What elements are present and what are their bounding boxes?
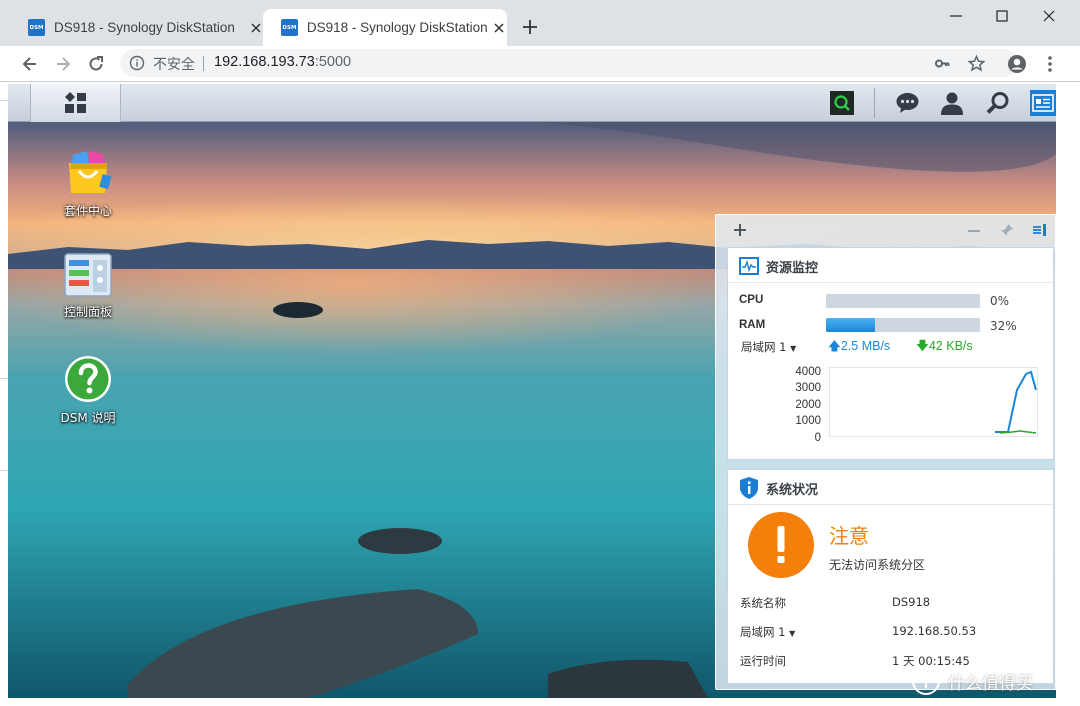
- system-name-label: 系统名称: [740, 596, 786, 610]
- url-port: :5000: [314, 54, 352, 70]
- dropdown-arrow-icon: ▼: [790, 344, 797, 353]
- user-icon[interactable]: [940, 91, 966, 116]
- widget-title: 资源监控: [766, 261, 819, 276]
- download-speed: 🡇42 KB/s: [916, 337, 973, 358]
- dsm-favicon-icon: DSM: [281, 19, 298, 36]
- search-icon[interactable]: [986, 91, 1012, 116]
- health-status: 注意: [829, 524, 869, 548]
- key-icon[interactable]: [934, 55, 951, 72]
- tab-title: DS918 - Synology DiskStation: [306, 20, 488, 35]
- browser-tab-strip: DSM DS918 - Synology DiskStation DSM DS9…: [0, 0, 1080, 46]
- chart-y-tick: 1000: [795, 415, 821, 427]
- close-window-icon[interactable]: [1039, 8, 1059, 24]
- help-icon: [65, 356, 111, 402]
- dsm-favicon-icon: DSM: [28, 19, 45, 36]
- chat-icon[interactable]: [895, 91, 921, 116]
- close-tab-icon[interactable]: [248, 20, 264, 36]
- system-name-value: DS918: [892, 595, 931, 609]
- close-tab-icon[interactable]: [491, 20, 507, 36]
- new-tab-icon[interactable]: [520, 17, 540, 37]
- widgets-icon[interactable]: [1030, 90, 1056, 116]
- health-message: 无法访问系统分区: [829, 558, 926, 572]
- forward-icon[interactable]: [51, 52, 75, 76]
- system-health-widget: 系统状况 注意 无法访问系统分区 系统名称 DS918 局域网 1 ▼ 192.…: [727, 469, 1054, 684]
- widget-panel-toolbar: [716, 215, 1056, 245]
- address-bar[interactable]: 不安全 192.168.193.73:5000: [120, 49, 1018, 77]
- ram-usage-fill: [826, 318, 876, 332]
- address-separator: [203, 56, 204, 71]
- taskbar-divider: [874, 88, 875, 118]
- reload-icon[interactable]: [84, 52, 108, 76]
- main-menu-button[interactable]: [30, 84, 121, 122]
- system-info-shield-icon: [740, 477, 758, 499]
- uptime-label: 运行时间: [740, 654, 786, 668]
- browser-tab-2[interactable]: DSM DS918 - Synology DiskStation: [263, 9, 507, 46]
- security-label: 不安全: [153, 57, 195, 73]
- cpu-label: CPU: [739, 294, 764, 306]
- network-selector[interactable]: 局域网 1 ▼: [741, 339, 796, 355]
- desktop-icon-label: DSM 说明: [60, 411, 116, 425]
- chart-y-tick: 2000: [795, 399, 821, 411]
- ram-label: RAM: [739, 319, 766, 331]
- dsm-taskbar: [8, 84, 1056, 122]
- chart-y-tick: 0: [814, 432, 821, 444]
- url-host: 192.168.193.73: [214, 54, 315, 70]
- background-page: [0, 84, 8, 706]
- info-icon[interactable]: [129, 55, 145, 71]
- upload-arrow-icon: 🡅: [828, 339, 841, 353]
- browser-toolbar: 不安全 192.168.193.73:5000: [0, 46, 1080, 82]
- lan-label: 局域网 1: [740, 625, 786, 639]
- dsm-desktop: 套件中心 控制面板 DSM 说明 资源监控 CPU 0% RAM 32% 局域网…: [8, 84, 1056, 698]
- upload-speed: 🡅2.5 MB/s: [828, 337, 890, 358]
- search-app-icon[interactable]: [830, 91, 856, 116]
- cpu-usage-value: 0%: [990, 294, 1010, 308]
- desktop-icon-control-panel[interactable]: 控制面板: [38, 252, 138, 320]
- maximize-window-icon[interactable]: [992, 8, 1012, 24]
- upload-series-line: [995, 370, 1037, 433]
- watermark-text: 什么值得买: [948, 673, 1033, 694]
- back-icon[interactable]: [18, 52, 42, 76]
- desktop-icon-package-center[interactable]: 套件中心: [38, 147, 138, 219]
- desktop-icon-dsm-help[interactable]: DSM 说明: [38, 354, 138, 426]
- chart-y-tick: 4000: [795, 366, 821, 378]
- download-speed-value: 42 KB/s: [928, 339, 973, 353]
- account-icon[interactable]: [1007, 54, 1027, 74]
- chart-y-tick: 3000: [795, 382, 821, 394]
- widget-header: 系统状况: [728, 470, 1053, 505]
- resource-monitor-icon: [739, 257, 759, 275]
- resource-monitor-widget: 资源监控 CPU 0% RAM 32% 局域网 1 ▼ 🡅2.5 MB/s 🡇4…: [727, 247, 1054, 460]
- desktop-icon-label: 控制面板: [63, 305, 112, 319]
- ram-usage-value: 32%: [990, 319, 1017, 333]
- desktop-icon-label: 套件中心: [63, 204, 112, 218]
- download-arrow-icon: 🡇: [916, 339, 929, 353]
- screen: DSM DS918 - Synology DiskStation DSM DS9…: [0, 0, 1080, 706]
- package-center-icon: [69, 151, 112, 193]
- dropdown-arrow-icon: ▼: [789, 629, 796, 638]
- pin-widget-icon[interactable]: [998, 221, 1016, 239]
- minimize-window-icon[interactable]: [946, 8, 966, 24]
- warning-icon: [748, 512, 814, 578]
- watermark: 什么值得买: [910, 666, 1033, 696]
- lan-selector[interactable]: 局域网 1 ▼: [740, 624, 795, 640]
- upload-speed-value: 2.5 MB/s: [840, 339, 891, 353]
- network-label: 局域网 1: [741, 340, 787, 354]
- ram-usage-bar: [826, 318, 980, 332]
- widget-header: 资源监控: [728, 248, 1053, 283]
- menu-icon[interactable]: [1040, 54, 1060, 74]
- browser-tab-1[interactable]: DSM DS918 - Synology DiskStation: [10, 9, 264, 46]
- star-icon[interactable]: [967, 54, 986, 72]
- widget-panel: 资源监控 CPU 0% RAM 32% 局域网 1 ▼ 🡅2.5 MB/s 🡇4…: [715, 214, 1056, 690]
- lan-ip-value: 192.168.50.53: [892, 624, 977, 638]
- minimize-widget-icon[interactable]: [965, 221, 983, 239]
- control-panel-icon: [64, 253, 112, 297]
- main-menu-icon: [65, 92, 86, 113]
- cpu-usage-bar: [826, 294, 980, 308]
- network-chart: [829, 367, 1038, 437]
- add-widget-icon[interactable]: [731, 221, 749, 239]
- tab-title: DS918 - Synology DiskStation: [54, 20, 235, 35]
- widget-title: 系统状况: [766, 483, 819, 498]
- watermark-logo-icon: [912, 667, 940, 695]
- collapse-panel-icon[interactable]: [1030, 221, 1048, 239]
- url-text: 192.168.193.73:5000: [214, 54, 351, 70]
